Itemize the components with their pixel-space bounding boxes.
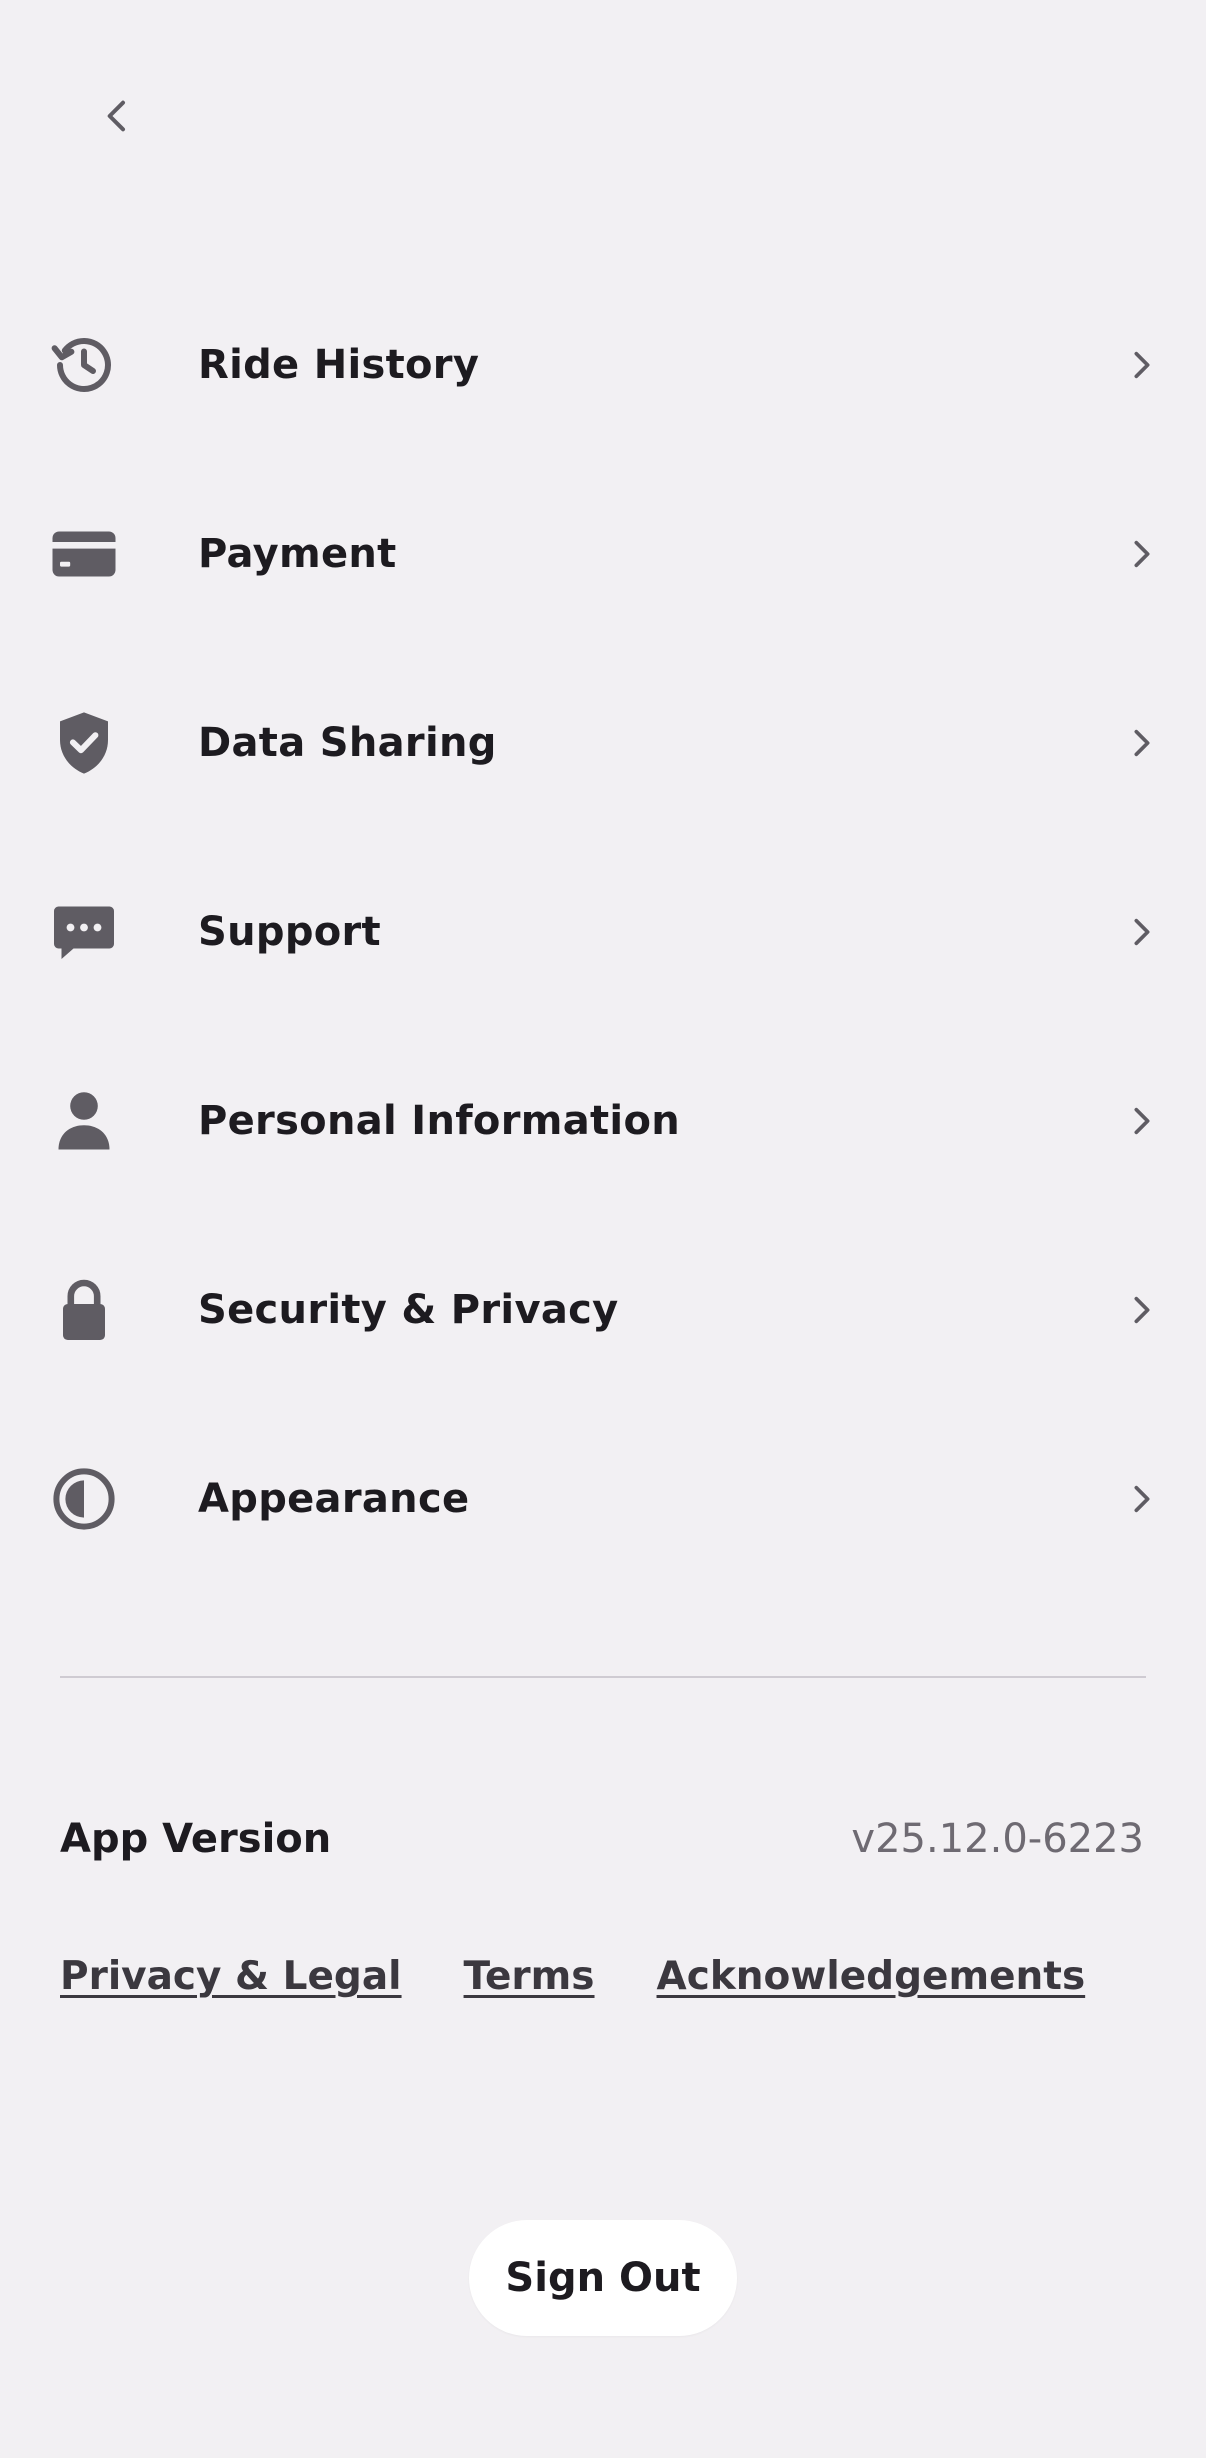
chevron-right-icon (1118, 341, 1166, 389)
contrast-icon (46, 1461, 122, 1537)
menu-item-appearance[interactable]: Appearance (0, 1404, 1206, 1593)
menu-item-label: Data Sharing (198, 719, 497, 766)
app-version-row: App Version v25.12.0-6223 (60, 1816, 1144, 1862)
chat-bubble-icon (46, 894, 122, 970)
menu-item-data-sharing[interactable]: Data Sharing (0, 648, 1206, 837)
menu-item-label: Personal Information (198, 1097, 680, 1144)
menu-item-personal-information[interactable]: Personal Information (0, 1026, 1206, 1215)
history-icon (46, 327, 122, 403)
menu-item-label: Appearance (198, 1475, 470, 1522)
menu-item-label: Support (198, 908, 381, 955)
menu-item-support[interactable]: Support (0, 837, 1206, 1026)
menu-item-label: Payment (198, 530, 397, 577)
back-button[interactable] (82, 80, 154, 152)
legal-links: Privacy & Legal Terms Acknowledgements (60, 1954, 1085, 1999)
chevron-right-icon (1118, 1286, 1166, 1334)
menu-item-payment[interactable]: Payment (0, 459, 1206, 648)
chevron-right-icon (1118, 908, 1166, 956)
menu-item-security-privacy[interactable]: Security & Privacy (0, 1215, 1206, 1404)
menu-item-label: Security & Privacy (198, 1286, 619, 1333)
settings-menu: Ride History Payment Data Sharing Suppor… (0, 270, 1206, 1593)
app-version-value: v25.12.0-6223 (851, 1816, 1144, 1862)
person-icon (46, 1083, 122, 1159)
shield-check-icon (46, 705, 122, 781)
chevron-left-icon (107, 100, 125, 132)
chevron-right-icon (1118, 1097, 1166, 1145)
lock-icon (46, 1272, 122, 1348)
chevron-right-icon (1118, 719, 1166, 767)
chevron-right-icon (1118, 530, 1166, 578)
app-version-label: App Version (60, 1816, 332, 1862)
acknowledgements-link[interactable]: Acknowledgements (657, 1954, 1086, 1999)
privacy-legal-link[interactable]: Privacy & Legal (60, 1954, 402, 1999)
chevron-right-icon (1118, 1475, 1166, 1523)
sign-out-button[interactable]: Sign Out (469, 2220, 737, 2336)
terms-link[interactable]: Terms (464, 1954, 595, 1999)
section-divider (60, 1676, 1146, 1678)
menu-item-label: Ride History (198, 341, 480, 388)
menu-item-ride-history[interactable]: Ride History (0, 270, 1206, 459)
credit-card-icon (46, 516, 122, 592)
